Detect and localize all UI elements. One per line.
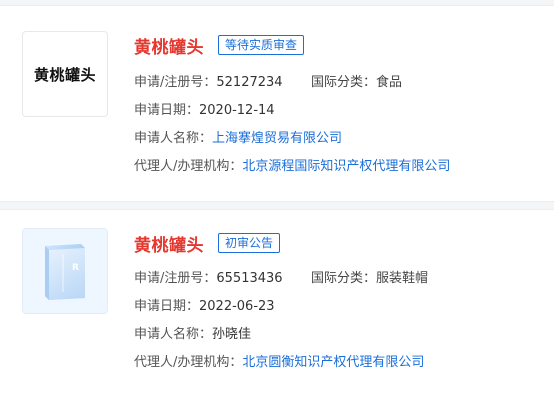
trademark-thumbnail[interactable]: 黄桃罐头 — [22, 31, 108, 117]
trademark-name[interactable]: 黄桃罐头 — [134, 33, 204, 58]
agent-label: 代理人/办理机构： — [134, 355, 243, 370]
reg-no-value: 52127234 — [216, 75, 283, 90]
agent-link[interactable]: 北京圆衡知识产权代理有限公司 — [242, 355, 424, 370]
applicant-label: 申请人名称： — [134, 131, 213, 146]
status-badge: 初审公告 — [218, 233, 281, 253]
reg-no-value: 65513436 — [216, 271, 283, 286]
intl-class-value: 食品 — [376, 75, 403, 90]
trademark-thumbnail[interactable]: R — [22, 228, 108, 314]
reg-no-row: 申请/注册号：52127234 — [134, 74, 283, 92]
thumbnail-text: 黄桃罐头 — [33, 65, 96, 84]
agent-row: 代理人/办理机构：北京源程国际知识产权代理有限公司 — [134, 158, 450, 176]
trademark-name[interactable]: 黄桃罐头 — [134, 231, 204, 256]
intl-class-value: 服装鞋帽 — [376, 271, 429, 286]
top-divider — [0, 0, 554, 6]
book-icon: R — [45, 244, 85, 300]
reg-no-label: 申请/注册号： — [134, 75, 217, 90]
app-date-value: 2022-06-23 — [199, 299, 275, 314]
applicant-link[interactable]: 上海搴煌贸易有限公司 — [212, 131, 342, 146]
svg-text:R: R — [72, 263, 79, 273]
applicant-label: 申请人名称： — [134, 327, 213, 342]
app-date-label: 申请日期： — [134, 103, 200, 118]
applicant-row: 申请人名称：孙晓佳 — [134, 326, 251, 344]
agent-row: 代理人/办理机构：北京圆衡知识产权代理有限公司 — [134, 354, 424, 372]
agent-label: 代理人/办理机构： — [134, 159, 243, 174]
status-badge: 等待实质审查 — [218, 35, 305, 55]
intl-class-label: 国际分类： — [311, 271, 377, 286]
card-separator — [0, 201, 554, 210]
trademark-card: 黄桃罐头 黄桃罐头 等待实质审查 申请/注册号：52127234 国际分类：食品… — [0, 7, 554, 202]
app-date-row: 申请日期：2022-06-23 — [134, 298, 275, 316]
title-row: 黄桃罐头 等待实质审查 — [134, 33, 305, 58]
intl-class-row: 国际分类：服装鞋帽 — [311, 270, 428, 288]
app-date-row: 申请日期：2020-12-14 — [134, 102, 275, 120]
title-row: 黄桃罐头 初审公告 — [134, 231, 281, 256]
reg-no-label: 申请/注册号： — [134, 271, 217, 286]
applicant-value: 孙晓佳 — [212, 327, 252, 342]
agent-link[interactable]: 北京源程国际知识产权代理有限公司 — [242, 159, 450, 174]
search-results-page: 黄桃罐头 黄桃罐头 等待实质审查 申请/注册号：52127234 国际分类：食品… — [0, 0, 554, 395]
app-date-value: 2020-12-14 — [199, 103, 275, 118]
applicant-row: 申请人名称：上海搴煌贸易有限公司 — [134, 130, 342, 148]
app-date-label: 申请日期： — [134, 299, 200, 314]
reg-no-row: 申请/注册号：65513436 — [134, 270, 283, 288]
trademark-card: R 黄桃罐头 初审公告 申请/注册号：65513436 国际分类：服装鞋帽 申请… — [0, 210, 554, 395]
intl-class-label: 国际分类： — [311, 75, 377, 90]
intl-class-row: 国际分类：食品 — [311, 74, 402, 92]
